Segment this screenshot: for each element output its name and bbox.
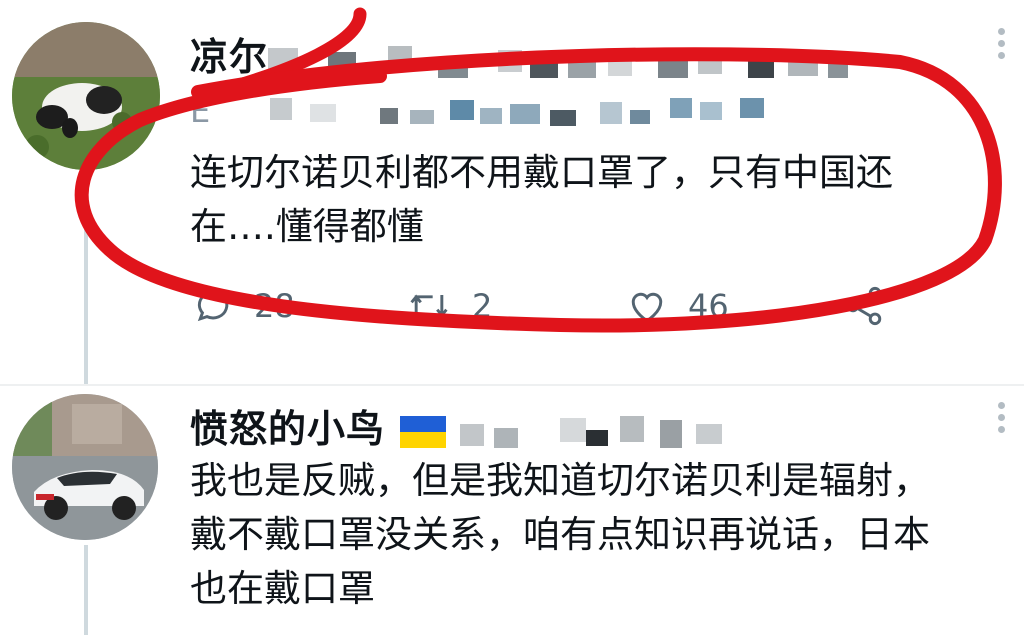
like-button[interactable]: 46 <box>624 284 729 328</box>
tweet-divider <box>0 384 1024 386</box>
tweet2-text-line1: 我也是反贼，但是我知道切尔诺贝利是辐射， <box>190 459 930 502</box>
panda-photo <box>12 22 160 170</box>
retweet-button[interactable]: 2 <box>404 284 492 328</box>
tweet1-name-redacted <box>268 40 848 80</box>
retweet-count: 2 <box>472 287 493 325</box>
reply-count: 28 <box>254 287 295 325</box>
tweet1-handle-redacted <box>270 94 770 130</box>
thread-connector-line <box>84 172 88 384</box>
tweet2-name-redacted <box>460 410 760 450</box>
reply-button[interactable]: 28 <box>192 284 295 328</box>
tweet2-author-name[interactable]: 愤怒的小鸟 <box>190 398 385 453</box>
tweet1-text-line2: 在….懂得都懂 <box>190 205 424 248</box>
tweet1-author-name[interactable]: 凉尔 <box>190 26 268 81</box>
avatar-panda[interactable] <box>12 22 160 170</box>
reply-icon <box>197 290 229 322</box>
tweet1-more-vertical-icon[interactable] <box>998 28 1006 64</box>
car-photo <box>12 394 158 540</box>
tweet1-text-line1: 连切尔诺贝利都不用戴口罩了，只有中国还 <box>190 151 893 194</box>
share-button[interactable] <box>842 284 886 328</box>
tweet2-more-vertical-icon[interactable] <box>998 402 1006 438</box>
tweet2-text-line3: 也在戴口罩 <box>190 567 375 610</box>
tweet1-handle[interactable]: E <box>190 92 210 130</box>
share-icon <box>846 286 882 326</box>
ukraine-flag-emoji <box>400 416 446 448</box>
like-count: 46 <box>688 287 729 325</box>
heart-icon <box>631 292 663 323</box>
avatar-car[interactable] <box>12 394 158 540</box>
tweet2-text-line2: 戴不戴口罩没关系，咱有点知识再说话，日本 <box>190 513 930 556</box>
thread-connector-line-2 <box>84 545 88 635</box>
retweet-icon <box>410 294 448 318</box>
